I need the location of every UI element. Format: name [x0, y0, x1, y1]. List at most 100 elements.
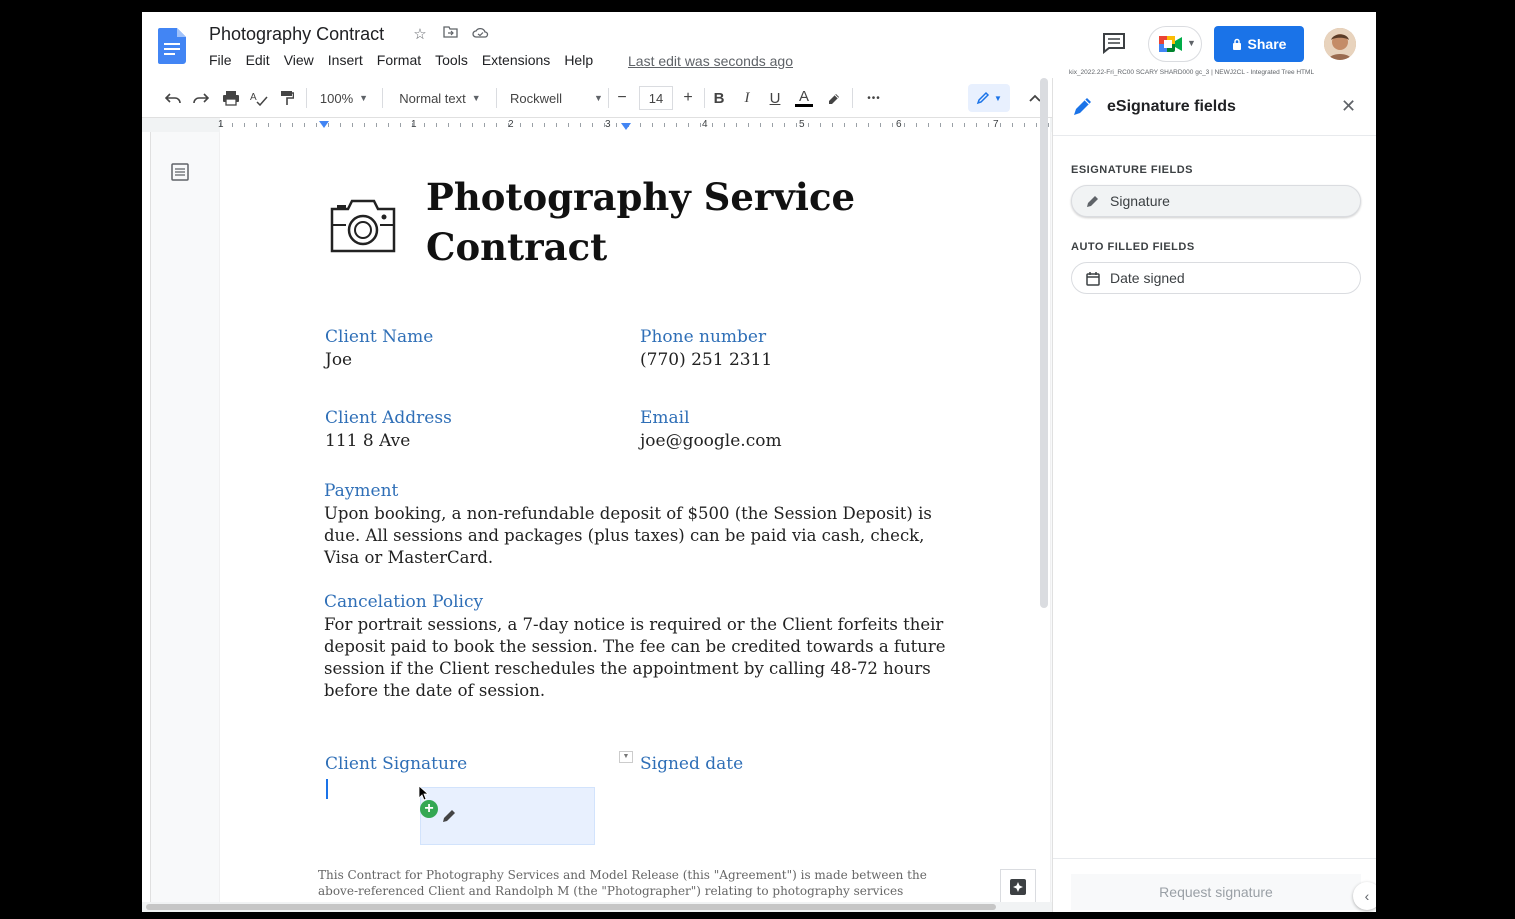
ruler-number: 5 — [799, 119, 805, 130]
chevron-left-icon[interactable]: ‹ — [1353, 882, 1376, 910]
italic-button[interactable]: I — [736, 78, 758, 118]
menu-bar: File Edit View Insert Format Tools Exten… — [209, 52, 607, 68]
font-select[interactable]: Rockwell ▼ — [506, 78, 608, 118]
meet-icon — [1159, 36, 1182, 52]
heading-line: Photography Service — [426, 175, 856, 219]
add-icon: + — [420, 800, 438, 818]
client-address-value: 111 8 Ave — [325, 431, 411, 451]
share-button[interactable]: Share — [1214, 26, 1304, 62]
mouse-pointer-icon — [418, 785, 430, 801]
client-name-label: Client Name — [325, 327, 434, 347]
client-signature-label: Client Signature — [325, 754, 468, 774]
ruler-scale[interactable] — [220, 118, 1050, 132]
font-size-value: 14 — [639, 86, 673, 110]
ruler-number: 2 — [508, 119, 514, 130]
header: Photography Contract ☆ File Edit View In… — [142, 12, 1376, 78]
payment-paragraph: Upon booking, a non-refundable deposit o… — [324, 504, 932, 567]
style-value: Normal text — [399, 90, 466, 106]
signature-field-chip[interactable]: Signature — [1071, 185, 1361, 217]
table-cell-menu-icon[interactable]: ▼ — [619, 751, 633, 763]
pen-icon — [1087, 196, 1098, 207]
account-avatar[interactable] — [1324, 28, 1356, 60]
highlight-pen-icon[interactable] — [822, 78, 846, 118]
move-folder-icon[interactable] — [440, 25, 460, 43]
phone-label: Phone number — [640, 327, 767, 347]
menu-tools[interactable]: Tools — [435, 52, 475, 68]
right-indent-marker-icon[interactable] — [620, 122, 632, 132]
document-outline-icon[interactable] — [170, 162, 190, 182]
menu-extensions[interactable]: Extensions — [482, 52, 557, 68]
vertical-scrollbar[interactable] — [1040, 78, 1048, 608]
cloud-status-icon[interactable] — [470, 25, 490, 43]
client-address-label: Client Address — [325, 408, 452, 428]
style-select[interactable]: Normal text ▼ — [392, 78, 488, 118]
panel-header: eSignature fields ✕ — [1053, 78, 1376, 136]
agreement-paragraph: This Contract for Photography Services a… — [318, 868, 927, 898]
menu-edit[interactable]: Edit — [246, 52, 277, 68]
signature-chip-label: Signature — [1110, 193, 1170, 209]
esignature-fields-heading: ESIGNATURE FIELDS — [1071, 164, 1193, 176]
signed-date-label: Signed date — [640, 754, 744, 774]
undo-icon[interactable] — [160, 78, 186, 118]
chevron-down-icon: ▼ — [994, 93, 1002, 103]
star-icon[interactable]: ☆ — [410, 25, 430, 43]
explore-button[interactable] — [1000, 869, 1036, 905]
ruler-number: 6 — [896, 119, 902, 130]
bold-button[interactable]: B — [708, 78, 730, 118]
spellcheck-icon[interactable]: A — [246, 78, 272, 118]
menu-format[interactable]: Format — [377, 52, 428, 68]
menu-insert[interactable]: Insert — [328, 52, 370, 68]
text-color-swatch — [795, 103, 813, 107]
date-signed-chip[interactable]: Date signed — [1071, 262, 1361, 294]
document-title[interactable]: Photography Contract — [209, 24, 384, 45]
comment-history-icon[interactable] — [1102, 32, 1126, 54]
last-edit-link[interactable]: Last edit was seconds ago — [628, 53, 793, 69]
chevron-down-icon: ▼ — [471, 93, 481, 103]
menu-help[interactable]: Help — [564, 52, 600, 68]
scrollbar-thumb[interactable] — [146, 904, 996, 910]
increase-font-size-button[interactable]: + — [678, 78, 698, 118]
text-color-button[interactable]: A — [792, 78, 816, 118]
close-icon[interactable]: ✕ — [1341, 96, 1356, 117]
pencil-icon — [976, 91, 990, 105]
vertical-ruler — [142, 132, 151, 904]
email-value: joe@google.com — [640, 431, 782, 451]
lock-icon — [1232, 38, 1241, 50]
paint-format-icon[interactable] — [274, 78, 300, 118]
date-signed-label: Date signed — [1110, 270, 1185, 286]
print-icon[interactable] — [218, 78, 244, 118]
text-color-label: A — [798, 87, 809, 105]
editing-mode-button[interactable]: ▼ — [968, 84, 1010, 112]
chevron-down-icon: ▼ — [359, 93, 369, 103]
auto-filled-fields-heading: AUTO FILLED FIELDS — [1071, 241, 1195, 253]
phone-value: (770) 251 2311 — [640, 350, 773, 370]
font-size-input[interactable]: 14 — [638, 78, 674, 118]
decrease-font-size-button[interactable]: − — [612, 78, 632, 118]
menu-view[interactable]: View — [284, 52, 321, 68]
redo-icon[interactable] — [188, 78, 214, 118]
divider — [1053, 858, 1376, 859]
signature-drop-preview[interactable] — [420, 787, 595, 845]
menu-file[interactable]: File — [209, 52, 239, 68]
camera-icon — [330, 199, 396, 253]
calendar-icon — [1086, 271, 1100, 286]
cancelation-paragraph: For portrait sessions, a 7-day notice is… — [324, 615, 946, 700]
horizontal-scrollbar[interactable] — [142, 902, 1052, 912]
explore-icon — [1010, 879, 1026, 895]
svg-text:A: A — [250, 92, 257, 103]
meet-button[interactable]: ▼ — [1148, 26, 1202, 62]
text-cursor — [326, 779, 328, 799]
ruler-number: 1 — [218, 119, 224, 130]
request-signature-button[interactable]: Request signature — [1071, 874, 1361, 910]
document-heading: Photography Service Contract — [426, 172, 855, 272]
panel-title: eSignature fields — [1107, 98, 1236, 115]
underline-button[interactable]: U — [764, 78, 786, 118]
zoom-value: 100% — [319, 90, 354, 106]
font-value: Rockwell — [510, 90, 563, 106]
docs-window: Photography Contract ☆ File Edit View In… — [142, 12, 1376, 912]
more-options-button[interactable]: ••• — [860, 78, 888, 118]
left-indent-marker-icon[interactable] — [318, 120, 330, 130]
zoom-select[interactable]: 100% ▼ — [314, 78, 374, 118]
docs-logo-icon[interactable] — [158, 28, 186, 64]
ruler-number: 1 — [411, 119, 417, 130]
